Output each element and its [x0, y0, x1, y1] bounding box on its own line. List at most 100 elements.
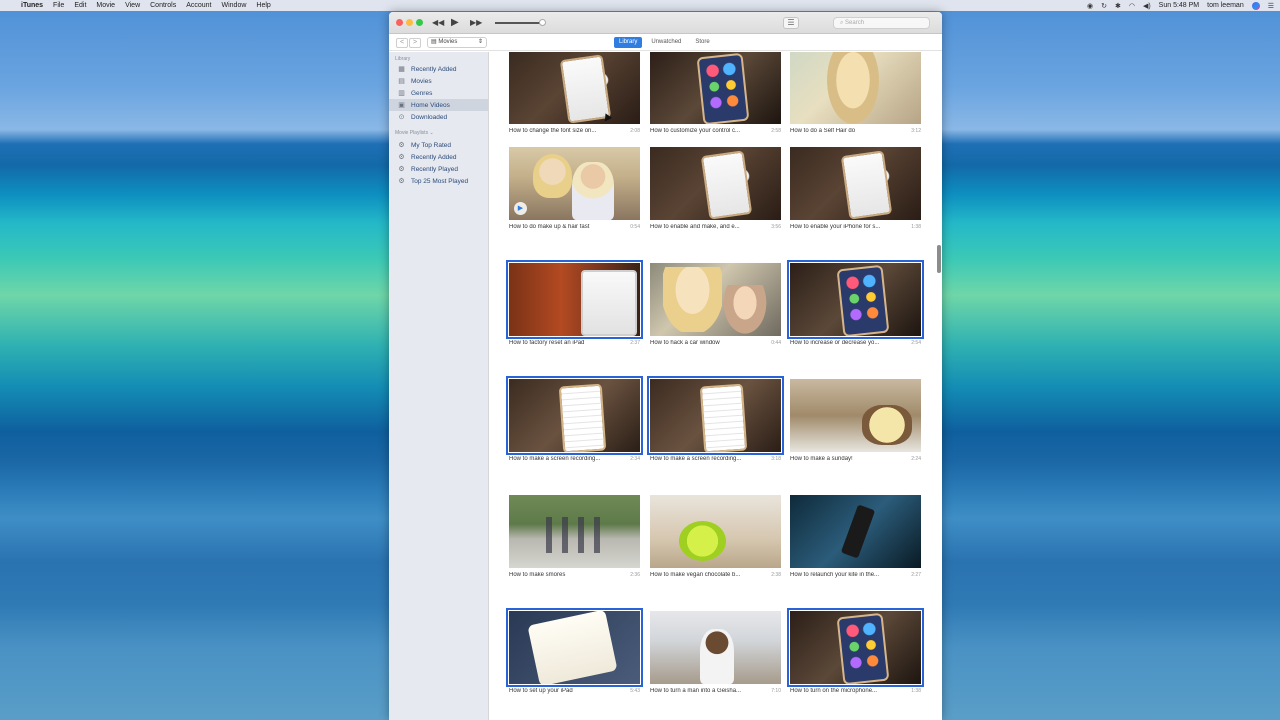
video-title: How to make vegan chocolate b...: [650, 572, 741, 578]
media-kind-select[interactable]: ▤ Movies ⇕: [427, 37, 487, 48]
up-next-list-button[interactable]: ☰: [783, 17, 799, 29]
close-button[interactable]: [396, 19, 403, 26]
video-thumbnail[interactable]: [650, 263, 781, 336]
video-thumbnail[interactable]: [787, 608, 924, 687]
sidebar-item-movies[interactable]: ▤ Movies: [389, 75, 488, 87]
video-tile[interactable]: How to make a screen recording... 3:18: [647, 376, 784, 466]
video-tile[interactable]: How to make a screen recording... 2:34: [506, 376, 643, 466]
video-grid: How to change the font size on... 2:08 How…: [489, 52, 942, 720]
video-tile[interactable]: ▶ How to do make up & hair fast 0:54: [509, 147, 640, 234]
video-tile[interactable]: How to customize your control c... 2:58: [650, 52, 781, 138]
time-machine-icon[interactable]: ↻: [1101, 2, 1107, 10]
volume-icon[interactable]: ◀): [1143, 2, 1151, 10]
next-track-button[interactable]: ▶▶: [470, 16, 482, 30]
video-tile[interactable]: How to factory reset an iPad 2:37: [506, 260, 643, 350]
menu-edit[interactable]: Edit: [74, 2, 86, 9]
screen-record-icon[interactable]: ◉: [1087, 2, 1093, 10]
video-title: How to make smores: [509, 572, 566, 578]
video-tile[interactable]: How to enable your iPhone for s... 1:38: [790, 147, 921, 234]
video-tile[interactable]: How to make smores 2:36: [509, 495, 640, 582]
genres-icon: ▥: [398, 89, 405, 97]
video-duration: 2:54: [911, 340, 921, 346]
video-thumbnail[interactable]: [790, 495, 921, 568]
menu-window[interactable]: Window: [222, 2, 247, 9]
video-thumbnail[interactable]: [790, 52, 921, 124]
video-title: How to enable and make, and e...: [650, 224, 740, 230]
sidebar-item-my-top-rated[interactable]: ⚙ My Top Rated: [389, 139, 488, 151]
sidebar-item-top-25-most-played[interactable]: ⚙ Top 25 Most Played: [389, 175, 488, 187]
maximize-button[interactable]: [416, 19, 423, 26]
back-button[interactable]: <: [396, 38, 408, 48]
video-thumbnail[interactable]: ▶: [509, 147, 640, 220]
video-duration: 2:08: [630, 128, 640, 134]
volume-slider-track[interactable]: [495, 22, 543, 24]
video-tile[interactable]: How to make vegan chocolate b... 2:38: [650, 495, 781, 582]
menu-controls[interactable]: Controls: [150, 2, 176, 9]
video-tile[interactable]: How to increase or decrease yo... 2:54: [787, 260, 924, 350]
video-thumbnail[interactable]: [509, 52, 640, 124]
title-bar: ◀◀ ▶ ▶▶ ☰ ⌕ Search: [389, 12, 942, 34]
video-thumbnail[interactable]: [787, 260, 924, 339]
menubar-user[interactable]: tom leeman: [1207, 2, 1244, 9]
wifi-icon[interactable]: ◠: [1129, 2, 1135, 10]
siri-icon[interactable]: [1251, 1, 1260, 10]
menu-bar: iTunes File Edit Movie View Controls Acc…: [0, 0, 1280, 11]
video-thumbnail[interactable]: [509, 495, 640, 568]
video-tile[interactable]: How to turn on the microphone... 1:38: [787, 608, 924, 698]
menubar-clock[interactable]: Sun 5:48 PM: [1159, 2, 1199, 9]
menu-file[interactable]: File: [53, 2, 64, 9]
video-tile[interactable]: How to set up your iPad 5:43: [506, 608, 643, 698]
video-tile[interactable]: How to do a Self Hair do 3:12: [790, 52, 921, 138]
video-tile[interactable]: How to turn a man into a Geisha... 7:10: [650, 611, 781, 698]
video-thumbnail[interactable]: [650, 611, 781, 684]
bluetooth-icon[interactable]: ✱: [1115, 2, 1121, 10]
tab-library[interactable]: Library: [614, 37, 643, 48]
video-tile[interactable]: How to enable and make, and e... 3:56: [650, 147, 781, 234]
video-tile[interactable]: How to make a sunday! 2:24: [790, 379, 921, 466]
gear-icon: ⚙: [398, 177, 405, 185]
sidebar-item-downloaded[interactable]: ⊙ Downloaded: [389, 111, 488, 123]
sidebar-item-label: My Top Rated: [411, 141, 451, 149]
sidebar-header-playlists[interactable]: Movie Playlists ⌄: [389, 123, 488, 139]
play-badge-icon[interactable]: ▶: [514, 202, 527, 215]
video-thumbnail[interactable]: [650, 52, 781, 124]
sidebar-item-genres[interactable]: ▥ Genres: [389, 87, 488, 99]
sidebar-item-recently-played[interactable]: ⚙ Recently Played: [389, 163, 488, 175]
menu-itunes[interactable]: iTunes: [21, 2, 43, 9]
video-thumbnail[interactable]: [790, 147, 921, 220]
video-duration: 7:10: [771, 688, 781, 694]
video-thumbnail[interactable]: [506, 260, 643, 339]
play-button[interactable]: ▶: [451, 16, 459, 30]
menu-view[interactable]: View: [125, 2, 140, 9]
video-caption: How to enable your iPhone for s... 1:38: [790, 224, 921, 234]
video-thumbnail[interactable]: [506, 376, 643, 455]
search-placeholder: Search: [845, 20, 865, 26]
menu-help[interactable]: Help: [256, 2, 270, 9]
video-thumbnail[interactable]: [650, 147, 781, 220]
tab-unwatched[interactable]: Unwatched: [646, 37, 686, 48]
search-field[interactable]: ⌕ Search: [833, 17, 930, 29]
video-thumbnail[interactable]: [790, 379, 921, 452]
notification-center-icon[interactable]: ☰: [1268, 2, 1274, 10]
sidebar-item-recently-added-playlist[interactable]: ⚙ Recently Added: [389, 151, 488, 163]
video-thumbnail[interactable]: [647, 376, 784, 455]
toolbar: < > ▤ Movies ⇕ Library Unwatched Store: [389, 35, 942, 51]
tab-store[interactable]: Store: [690, 37, 714, 48]
minimize-button[interactable]: [406, 19, 413, 26]
video-tile[interactable]: How to change the font size on... 2:08: [509, 52, 640, 138]
video-thumbnail[interactable]: [506, 608, 643, 687]
forward-button[interactable]: >: [409, 38, 421, 48]
menu-account[interactable]: Account: [186, 2, 211, 9]
video-title: How to factory reset an iPad: [509, 340, 585, 346]
video-thumbnail[interactable]: [650, 495, 781, 568]
video-tile[interactable]: How to hack a car window 0:44: [650, 263, 781, 350]
view-tabs: Library Unwatched Store: [614, 37, 715, 48]
menu-movie[interactable]: Movie: [96, 2, 115, 9]
video-caption: How to turn on the microphone... 1:38: [790, 688, 921, 698]
previous-track-button[interactable]: ◀◀: [432, 16, 444, 30]
sidebar-item-home-videos[interactable]: ▣ Home Videos: [389, 99, 488, 111]
volume-slider-knob[interactable]: [539, 19, 546, 26]
video-tile[interactable]: How to relaunch your kite in the... 2:27: [790, 495, 921, 582]
sidebar-item-recently-added[interactable]: ▦ Recently Added: [389, 63, 488, 75]
scrollbar-thumb[interactable]: [937, 245, 941, 273]
